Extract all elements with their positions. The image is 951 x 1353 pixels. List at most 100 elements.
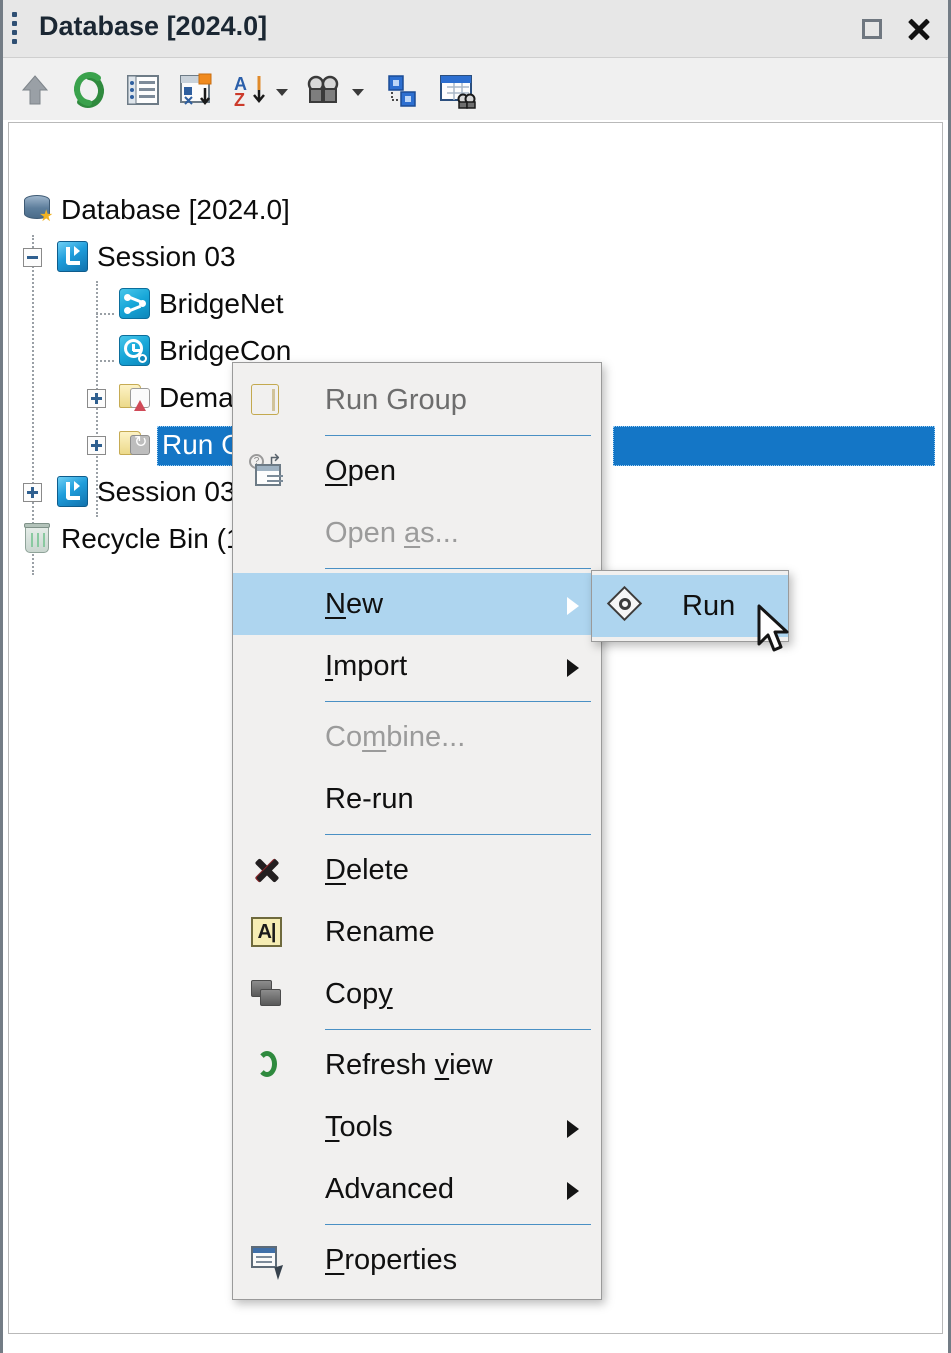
find-in-table-button[interactable] — [437, 70, 477, 110]
copy-icon — [249, 977, 285, 1011]
tree-node-session-03-first[interactable]: Session 03 — [9, 234, 942, 281]
tree-node-label: Recycle Bin (1) — [61, 523, 251, 554]
context-menu-header: Run Group — [233, 369, 601, 431]
refresh-icon — [74, 72, 104, 108]
close-icon — [900, 10, 938, 48]
menu-item-label: Copy — [325, 978, 393, 1010]
sort-columns-icon — [180, 73, 212, 106]
tree-node-label: BridgeNet — [159, 288, 284, 319]
submenu-item-label: Run — [682, 590, 736, 622]
menu-separator — [325, 1029, 591, 1030]
menu-item-label: Combine... — [325, 721, 466, 753]
menu-item-refresh-view[interactable]: Refresh view — [233, 1034, 601, 1096]
tree-node-label: Session 03 — [97, 476, 236, 507]
find-in-table-icon — [440, 75, 476, 109]
database-icon: ★ — [23, 193, 56, 226]
up-one-level-icon — [21, 75, 49, 105]
find-dropdown-caret[interactable] — [351, 86, 365, 100]
window-grip-handle[interactable] — [12, 12, 18, 46]
selection-highlight-extension — [613, 426, 935, 466]
menu-separator — [325, 1224, 591, 1225]
folder-icon — [249, 383, 285, 417]
menu-item-tools[interactable]: Tools — [233, 1096, 601, 1158]
menu-separator — [325, 568, 591, 569]
toolbar: A Z — [3, 58, 948, 120]
context-menu: Run Group ? ↱ Open Open as... New Import — [232, 362, 602, 1300]
recycle-bin-icon — [23, 522, 56, 555]
menu-item-label: Re-run — [325, 783, 414, 815]
menu-separator — [325, 834, 591, 835]
network-icon — [119, 287, 152, 320]
menu-item-label: Open as... — [325, 517, 459, 549]
expander-expand-icon[interactable] — [23, 483, 42, 502]
menu-item-combine: Combine... — [233, 706, 601, 768]
menu-item-copy[interactable]: Copy — [233, 963, 601, 1025]
tree-node-label: Database [2024.0] — [61, 194, 290, 225]
menu-item-re-run[interactable]: Re-run — [233, 768, 601, 830]
new-submenu: Run — [591, 570, 789, 642]
menu-item-rename[interactable]: A| Rename — [233, 901, 601, 963]
context-menu-header-label: Run Group — [325, 384, 467, 416]
menu-item-label: Tools — [325, 1111, 393, 1143]
submenu-item-run[interactable]: Run — [592, 575, 788, 637]
sort-az-button[interactable]: A Z — [231, 70, 271, 110]
tree-node-bridgenet[interactable]: BridgeNet — [9, 281, 942, 328]
delete-icon — [249, 853, 285, 887]
menu-item-new[interactable]: New — [233, 573, 601, 635]
chevron-right-icon — [567, 1182, 579, 1200]
menu-item-label: Open — [325, 455, 396, 487]
window-title: Database [2024.0] — [39, 11, 268, 41]
run-icon — [606, 585, 644, 623]
maximize-button[interactable] — [854, 10, 892, 48]
find-button[interactable] — [303, 70, 343, 110]
refresh-button[interactable] — [69, 70, 109, 110]
find-icon — [307, 75, 339, 103]
menu-item-open-as: Open as... — [233, 502, 601, 564]
menu-separator — [325, 435, 591, 436]
database-window: Database [2024.0] A Z ★ Database [2024.0… — [0, 0, 951, 1353]
expander-collapse-icon[interactable] — [23, 248, 42, 267]
menu-item-open[interactable]: ? ↱ Open — [233, 440, 601, 502]
filter-tree-icon — [388, 75, 416, 107]
chevron-right-icon — [567, 597, 579, 615]
svg-text:Z: Z — [234, 90, 245, 110]
menu-item-label: Refresh view — [325, 1049, 493, 1081]
title-bar: Database [2024.0] — [3, 0, 948, 58]
rename-icon: A| — [249, 915, 285, 949]
chevron-right-icon — [567, 659, 579, 677]
open-icon: ? ↱ — [249, 452, 285, 488]
demand-folder-icon — [119, 381, 152, 414]
properties-icon — [249, 1243, 287, 1280]
up-one-level-button[interactable] — [15, 70, 55, 110]
menu-item-label: Rename — [325, 916, 435, 948]
details-list-button[interactable] — [123, 70, 163, 110]
menu-item-label: New — [325, 588, 384, 620]
expander-expand-icon[interactable] — [87, 436, 106, 455]
window-left-border — [0, 0, 3, 1353]
run-group-folder-icon — [119, 428, 152, 461]
expander-expand-icon[interactable] — [87, 389, 106, 408]
menu-item-label: Delete — [325, 854, 409, 886]
menu-item-import[interactable]: Import — [233, 635, 601, 697]
menu-item-delete[interactable]: Delete — [233, 839, 601, 901]
menu-item-advanced[interactable]: Advanced — [233, 1158, 601, 1220]
tree-node-database[interactable]: ★ Database [2024.0] — [9, 187, 942, 234]
sort-az-icon: A Z — [234, 74, 265, 110]
menu-item-label: Import — [325, 650, 408, 682]
session-icon — [57, 240, 90, 273]
clock-icon — [119, 334, 152, 367]
chevron-right-icon — [567, 1120, 579, 1138]
sort-dropdown-caret[interactable] — [275, 86, 289, 100]
session-icon — [57, 475, 90, 508]
details-list-icon — [127, 75, 159, 105]
refresh-icon — [249, 1048, 285, 1082]
arrange-columns-button[interactable] — [177, 70, 217, 110]
close-button[interactable] — [900, 10, 938, 48]
filter-tree-button[interactable] — [381, 70, 421, 110]
tree-node-label: Session 03 — [97, 241, 236, 272]
menu-item-properties[interactable]: Properties — [233, 1229, 601, 1291]
menu-item-label: Advanced — [325, 1173, 454, 1205]
menu-separator — [325, 701, 591, 702]
maximize-icon — [862, 19, 882, 39]
menu-item-label: Properties — [325, 1244, 458, 1276]
